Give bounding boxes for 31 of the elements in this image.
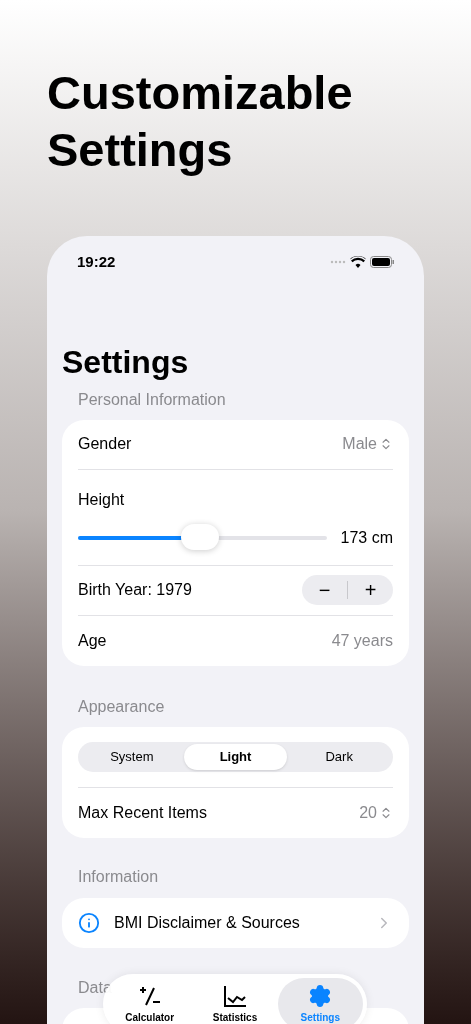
status-time: 19:22 — [77, 252, 116, 272]
settings-icon — [308, 984, 333, 1008]
section-header: Appearance — [77, 696, 166, 717]
battery-icon — [370, 256, 394, 269]
slider-thumb[interactable] — [180, 523, 219, 550]
segment[interactable]: System — [80, 743, 184, 770]
row-label: Age — [78, 630, 107, 651]
segment[interactable]: Light — [183, 743, 288, 770]
gender-picker[interactable]: Male — [342, 432, 393, 456]
row-label: Gender — [78, 434, 132, 454]
age-value: 47 years — [331, 630, 393, 651]
row-label: Birth Year: 1979 — [78, 580, 192, 600]
wifi-icon — [350, 256, 366, 269]
signal-icon — [330, 260, 346, 265]
increment-button[interactable]: + — [348, 575, 393, 605]
section-header: Data — [78, 977, 112, 998]
line-chart-icon — [223, 984, 247, 1008]
row-label: Height — [78, 490, 125, 508]
height-slider[interactable] — [78, 523, 327, 552]
page-title: Settings — [61, 342, 190, 382]
section-header: Information — [77, 866, 160, 887]
segment[interactable]: Dark — [287, 743, 391, 770]
info-icon — [78, 911, 100, 934]
tab[interactable]: Statistics — [192, 978, 278, 1024]
decrement-button[interactable]: − — [302, 575, 347, 605]
height-reading: 173 cm — [340, 527, 393, 548]
headline: Customizable Settings — [47, 65, 354, 178]
section-header: Personal Information — [77, 389, 227, 410]
disclaimer-row[interactable]: BMI Disclaimer & Sources — [62, 897, 409, 948]
row-label: Max Recent Items — [78, 802, 207, 823]
plus-minus-icon — [137, 984, 162, 1008]
